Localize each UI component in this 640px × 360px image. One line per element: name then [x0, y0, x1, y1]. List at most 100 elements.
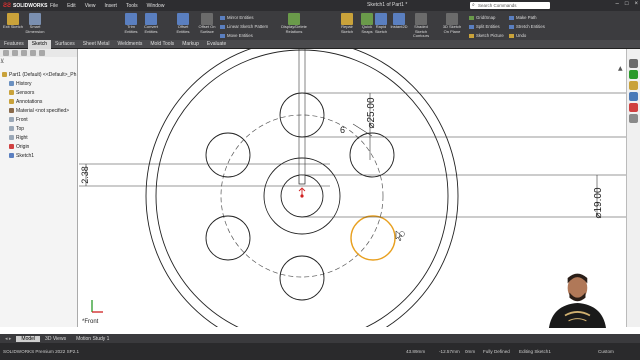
config-manager-icon[interactable]: [21, 50, 27, 56]
status-z: 0mm: [465, 349, 476, 354]
menu-insert[interactable]: Insert: [104, 3, 117, 9]
ribbon-small-button[interactable]: Undo: [509, 33, 526, 38]
dim-expert-icon[interactable]: [30, 50, 36, 56]
tab-mold-tools[interactable]: Mold Tools: [146, 40, 178, 49]
menu-tools[interactable]: Tools: [126, 3, 138, 9]
minimize-icon[interactable]: –: [616, 1, 619, 7]
ribbon-small-button[interactable]: Move Entities: [220, 33, 253, 38]
custom-properties-icon[interactable]: [629, 114, 638, 123]
view-palette-icon[interactable]: [629, 92, 638, 101]
tree-item-origin[interactable]: Origin: [0, 142, 78, 151]
tree-item-right[interactable]: Right: [0, 133, 78, 142]
tree-item-annotations[interactable]: Annotations: [0, 97, 78, 106]
ribbon-small-button[interactable]: Mirror Entities: [220, 15, 254, 20]
status-units[interactable]: Custom: [598, 349, 614, 354]
hole-circle[interactable]: [279, 92, 325, 138]
solidworks-resources-icon[interactable]: [629, 59, 638, 68]
menu-file[interactable]: File: [50, 3, 58, 9]
dimension-diameter-25[interactable]: ⌀25.00: [366, 97, 377, 128]
design-library-icon[interactable]: [629, 70, 638, 79]
ribbon-small-button[interactable]: Sketch Picture: [469, 33, 504, 38]
bottom-tabs: ◂ ▸ Model 3D Views Motion Study 1: [0, 334, 640, 343]
tab-weldments[interactable]: Weldments: [113, 40, 146, 49]
tree-item-front[interactable]: Front: [0, 115, 78, 124]
ribbon-button-relations[interactable]: Display/Delete Relations: [281, 12, 307, 39]
ribbon-button-smart-dimension[interactable]: Smart Dimension: [24, 12, 46, 39]
dimension-diameter-19[interactable]: ⌀19.00: [593, 187, 604, 218]
ribbon-button-label: Trim Entities: [124, 24, 138, 34]
menu-window[interactable]: Window: [147, 3, 165, 9]
graphics-area[interactable]: ⌀25.00 6 2.38 ⌀19.00 *Front ▲: [79, 39, 626, 353]
ribbon-button-shaded-contours[interactable]: Shaded Sketch Contours: [410, 12, 432, 39]
collapse-arrow-icon[interactable]: ▲: [618, 65, 623, 72]
display-manager-icon[interactable]: [39, 50, 45, 56]
filter-icon[interactable]: ⊻: [0, 58, 4, 65]
history-icon: [9, 81, 14, 86]
ribbon-small-label: Mirror Entities: [227, 15, 254, 20]
status-x: 43.89mm: [406, 349, 426, 354]
tab-surfaces[interactable]: Surfaces: [51, 40, 79, 49]
tab-sketch[interactable]: Sketch: [27, 39, 52, 49]
command-tabs: Features Sketch Surfaces Sheet Metal Wel…: [0, 39, 640, 49]
tab-features[interactable]: Features: [0, 40, 28, 49]
property-manager-icon[interactable]: [12, 50, 18, 56]
feature-tree: Part1 (Default) <<Default>_Ph History Se…: [0, 70, 78, 160]
menu-bar: File Edit View Insert Tools Window: [46, 3, 164, 9]
close-icon[interactable]: ×: [634, 1, 638, 7]
search-commands-input[interactable]: ⌕ Search Commands: [470, 2, 550, 9]
tree-item-sensors[interactable]: Sensors: [0, 88, 78, 97]
tab-3d-views[interactable]: 3D Views: [40, 336, 71, 342]
ribbon-button-trim[interactable]: Trim Entities: [120, 12, 142, 39]
tree-item-sketch1[interactable]: Sketch1: [0, 151, 78, 160]
tab-markup[interactable]: Markup: [178, 40, 203, 49]
tree-item-history[interactable]: History: [0, 79, 78, 88]
appearances-icon[interactable]: [629, 103, 638, 112]
file-explorer-icon[interactable]: [629, 81, 638, 90]
title-bar: ƧƧ SOLIDWORKS File Edit View Insert Tools…: [0, 0, 640, 11]
ribbon-button-convert[interactable]: Convert Entities: [140, 12, 162, 39]
dimension-6[interactable]: 6: [340, 125, 345, 135]
status-bar: SOLIDWORKS Premium 2022 SP2.1 43.89mm -1…: [0, 343, 640, 360]
keyway[interactable]: [298, 174, 306, 185]
menu-edit[interactable]: Edit: [67, 3, 76, 9]
tree-item-top[interactable]: Top: [0, 124, 78, 133]
tree-item-material[interactable]: Material <not specified>: [0, 106, 78, 115]
ribbon-small-button[interactable]: Grid/Snap: [469, 15, 495, 20]
hole-circle-highlighted[interactable]: [350, 215, 396, 261]
ribbon-button-offset-surface[interactable]: Offset On Surface: [196, 12, 218, 39]
origin-point: [300, 194, 304, 198]
status-editing: Editing Sketch1: [519, 349, 551, 354]
tab-motion-study[interactable]: Motion Study 1: [71, 336, 114, 342]
ribbon-small-button[interactable]: Linear Sketch Pattern: [220, 24, 268, 29]
ribbon-button-instant2d[interactable]: Instant2D: [388, 12, 410, 39]
ribbon-button-label: Repair Sketch: [340, 24, 354, 34]
ribbon-small-icon: [220, 15, 225, 20]
ribbon-button-label: Display/Delete Relations: [281, 24, 307, 34]
menu-view[interactable]: View: [85, 3, 96, 9]
hole-circle[interactable]: [205, 132, 251, 178]
ribbon-small-button[interactable]: Split Entities: [469, 24, 500, 29]
hole-circle[interactable]: [205, 215, 251, 261]
solidworks-logo[interactable]: ƧƧ SOLIDWORKS: [0, 0, 47, 11]
dimension-2-38[interactable]: 2.38: [80, 166, 90, 184]
tree-root[interactable]: Part1 (Default) <<Default>_Ph: [0, 70, 78, 79]
ribbon-button-sketch-3d[interactable]: 3D Sketch On Plane: [441, 12, 463, 39]
tab-evaluate[interactable]: Evaluate: [203, 40, 230, 49]
ribbon-button-exit-sketch[interactable]: Exit Sketch: [2, 12, 24, 39]
hole-circle[interactable]: [279, 255, 325, 301]
ribbon-small-label: Stretch Entities: [516, 24, 545, 29]
ribbon-button-label: Exit Sketch: [2, 24, 23, 29]
window-controls: – □ ×: [616, 1, 638, 7]
tab-nav-arrows-icon[interactable]: ◂ ▸: [0, 336, 16, 342]
tab-sheet-metal[interactable]: Sheet Metal: [79, 40, 114, 49]
feature-manager-icon[interactable]: [3, 50, 9, 56]
ribbon-button-repair[interactable]: Repair Sketch: [336, 12, 358, 39]
ribbon-button-offset[interactable]: Offset Entities: [172, 12, 194, 39]
tab-model[interactable]: Model: [16, 335, 41, 342]
ribbon-small-button[interactable]: Stretch Entities: [509, 24, 545, 29]
status-y: -12.57mm: [439, 349, 460, 354]
plane-icon: [9, 117, 14, 122]
ribbon-small-button[interactable]: Make Path: [509, 15, 537, 20]
maximize-icon[interactable]: □: [625, 1, 629, 7]
feature-manager-panel: ⊻ Part1 (Default) <<Default>_Ph History …: [0, 49, 78, 327]
